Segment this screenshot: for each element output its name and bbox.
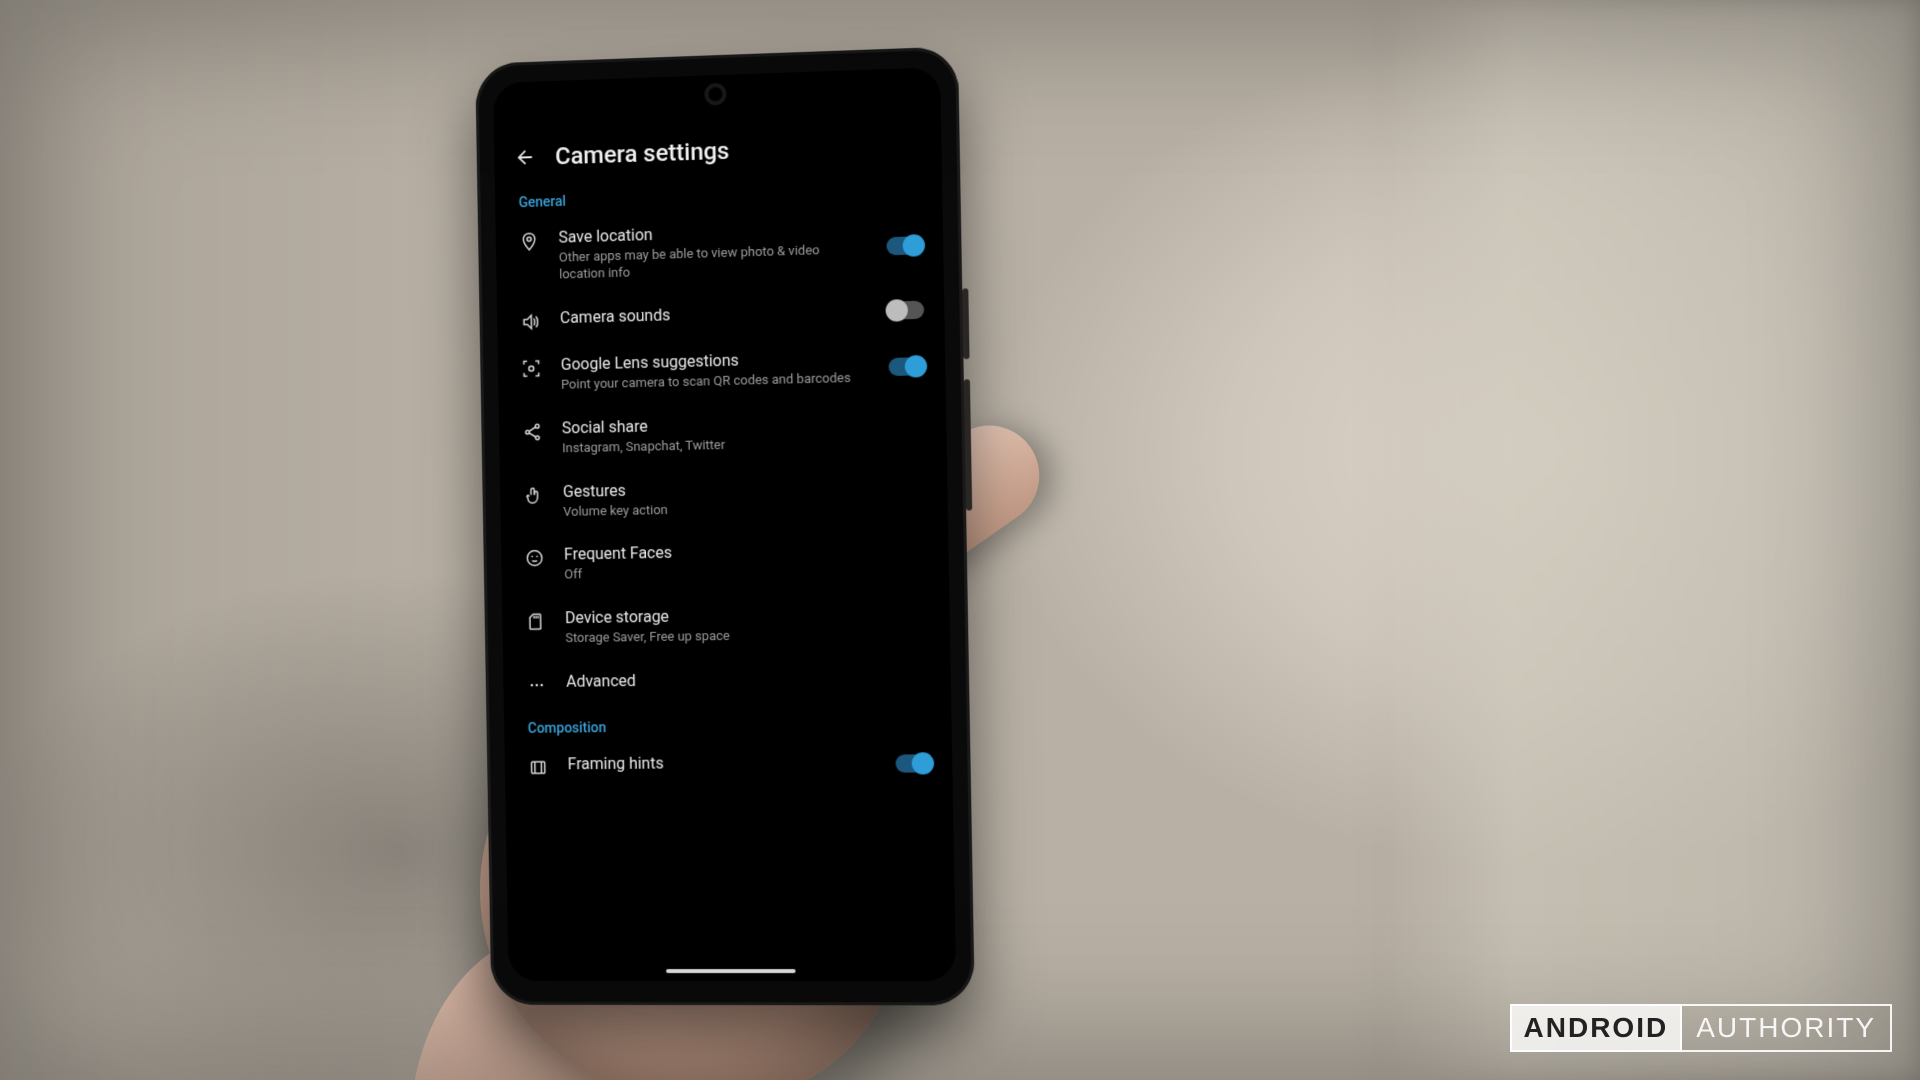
vignette-overlay <box>0 0 1920 1080</box>
photo-backdrop: Camera settings General Save location Ot… <box>0 0 1920 1080</box>
watermark-brand-bold: ANDROID <box>1510 1004 1683 1052</box>
android-authority-watermark: ANDROID AUTHORITY <box>1510 1004 1892 1052</box>
watermark-brand-light: AUTHORITY <box>1682 1004 1892 1052</box>
